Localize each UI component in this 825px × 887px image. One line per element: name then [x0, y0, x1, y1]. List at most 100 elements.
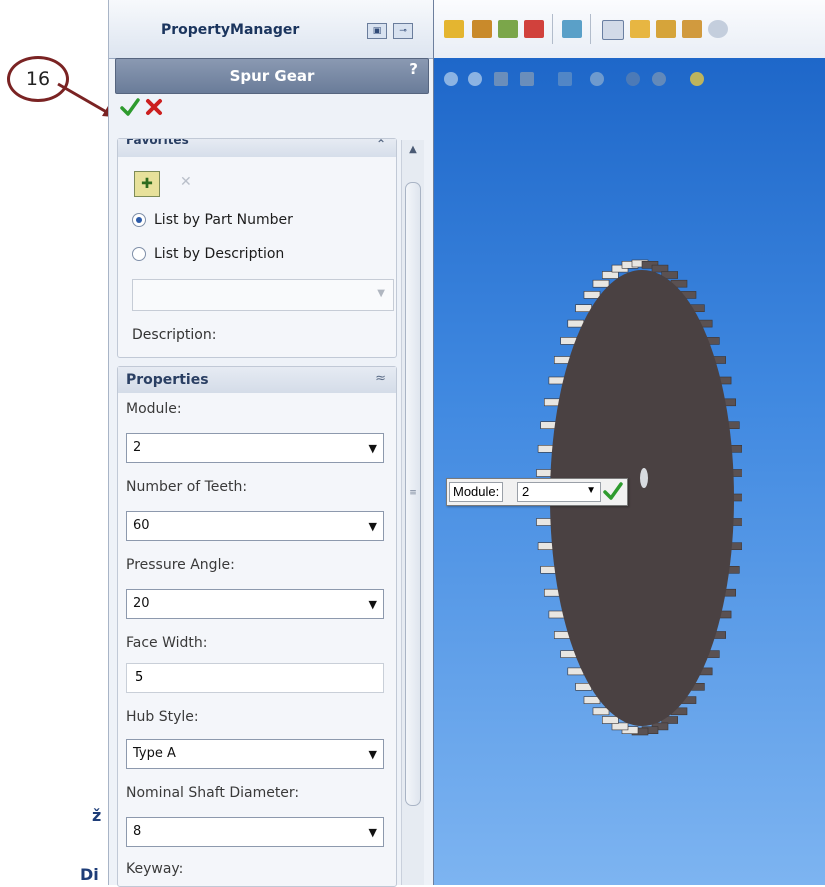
face-width-input[interactable]: 5 [126, 663, 384, 693]
keyway-label: Keyway: [126, 861, 184, 877]
module-callout-value[interactable]: 2 ▼ [517, 482, 601, 502]
smartmates-icon[interactable] [444, 20, 464, 38]
chevron-down-icon[interactable]: ▼ [369, 598, 377, 611]
move-component-icon[interactable] [472, 20, 492, 38]
heads-up-view-toolbar [440, 66, 820, 92]
gear-tooth [536, 469, 553, 477]
help-icon[interactable]: ? [409, 60, 418, 78]
chevron-down-icon[interactable]: ▼ [369, 748, 377, 761]
view-settings-icon[interactable] [690, 72, 704, 86]
hub-style-value: Type A [133, 746, 176, 761]
hub-style-dropdown[interactable]: Type A ▼ [126, 739, 384, 769]
chevron-down-icon[interactable]: ▼ [369, 826, 377, 839]
scroll-up-icon[interactable]: ▲ [402, 144, 424, 158]
toolbar-separator [590, 14, 591, 44]
pm-header-icons: ▣ ⊸ [367, 18, 419, 39]
list-by-description-option[interactable]: List by Description [132, 243, 284, 265]
pressure-angle-label: Pressure Angle: [126, 557, 235, 573]
zoom-to-fit-icon[interactable] [444, 72, 458, 86]
chevron-down-icon[interactable]: ▼ [369, 442, 377, 455]
chevron-down-icon[interactable]: ▼ [369, 520, 377, 533]
checkmark-icon[interactable] [603, 481, 623, 501]
hide-show-items-icon[interactable] [590, 72, 604, 86]
feature-tree-fragment: ž Di [78, 0, 108, 885]
scrollbar-thumb[interactable]: ≡ [405, 182, 421, 806]
shaft-diameter-value: 8 [133, 824, 142, 839]
apply-scene-icon[interactable] [652, 72, 666, 86]
gear-bore [640, 468, 648, 488]
gear-tooth [602, 271, 619, 279]
module-dropdown[interactable]: 2 ▼ [126, 433, 384, 463]
performance-icon[interactable] [708, 20, 728, 38]
add-favorite-icon[interactable]: ✚ [134, 171, 160, 197]
display-style-icon[interactable] [558, 72, 572, 86]
ok-button[interactable] [119, 96, 141, 118]
gear-tooth [567, 319, 585, 328]
tree-fragment-text: Di [80, 865, 99, 884]
module-value: 2 [133, 440, 142, 455]
pin-icon[interactable]: ⊸ [393, 23, 413, 39]
face-width-value: 5 [135, 670, 144, 685]
chevron-down-icon[interactable]: ▼ [377, 288, 385, 299]
module-dimension-callout[interactable]: Module: 2 ▼ [446, 478, 628, 506]
module-callout-value-text: 2 [522, 484, 530, 499]
property-manager-header: PropertyManager ▣ ⊸ [109, 0, 433, 59]
note-icon[interactable] [630, 20, 650, 38]
list-by-part-number-option[interactable]: List by Part Number [132, 209, 293, 231]
feature-title: Spur Gear [229, 67, 315, 85]
gear-tooth [543, 398, 561, 407]
module-label: Module: [126, 401, 182, 417]
chevron-down-icon[interactable]: ▼ [586, 485, 596, 496]
property-manager-tab-title[interactable]: PropertyManager [161, 22, 299, 38]
gear-tooth [583, 291, 601, 299]
favorites-header[interactable]: Favorites ⌃ [118, 139, 396, 157]
balloon-icon[interactable] [656, 20, 676, 38]
delete-favorite-icon: ✕ [180, 174, 192, 190]
gear-tooth [548, 376, 566, 385]
gear-tooth [651, 264, 669, 273]
gear-tooth [540, 421, 558, 429]
grip-icon: ≡ [409, 488, 417, 498]
zoom-to-area-icon[interactable] [468, 72, 482, 86]
tree-node-icon: ž [92, 806, 102, 825]
radio-button[interactable] [132, 247, 146, 261]
collapse-icon[interactable]: ≈ [375, 371, 386, 386]
property-manager-panel: PropertyManager ▣ ⊸ Spur Gear ? Favorites… [108, 0, 434, 887]
shaft-diameter-label: Nominal Shaft Diameter: [126, 785, 300, 801]
radio-button[interactable] [132, 213, 146, 227]
insert-component-icon[interactable] [498, 20, 518, 38]
sketch-icon[interactable] [562, 20, 582, 38]
gear-tooth [537, 445, 555, 453]
spellcheck-icon[interactable] [602, 20, 624, 40]
gear-tooth [560, 337, 578, 345]
properties-group: Properties ≈ Module: 2 ▼ Number of Teeth… [117, 366, 397, 887]
collapse-icon[interactable]: ⌃ [376, 139, 386, 151]
option-label: List by Description [154, 246, 285, 262]
option-label: List by Part Number [154, 212, 293, 228]
section-view-icon[interactable] [494, 72, 508, 86]
gear-tooth [575, 304, 592, 313]
gear-tooth [611, 722, 629, 731]
pressure-angle-dropdown[interactable]: 20 ▼ [126, 589, 384, 619]
view-orientation-icon[interactable] [520, 72, 534, 86]
cancel-button[interactable] [143, 96, 165, 118]
favorites-select[interactable]: ▼ [132, 279, 394, 311]
assembly-feature-icon[interactable] [524, 20, 544, 38]
gear-tooth [537, 542, 555, 551]
panel-scrollbar[interactable]: ▲ ≡ [401, 140, 424, 885]
shaft-diameter-dropdown[interactable]: 8 ▼ [126, 817, 384, 847]
gear-tooth [602, 716, 619, 724]
teeth-dropdown[interactable]: 60 ▼ [126, 511, 384, 541]
edit-appearance-icon[interactable] [626, 72, 640, 86]
hub-style-label: Hub Style: [126, 709, 199, 725]
expand-icon[interactable]: ▣ [367, 23, 387, 39]
properties-header[interactable]: Properties ≈ [118, 367, 396, 393]
properties-title: Properties [126, 372, 209, 388]
component-properties-icon[interactable] [682, 20, 702, 38]
pressure-angle-value: 20 [133, 596, 150, 611]
gear-tooth [553, 356, 571, 364]
feature-title-banner: Spur Gear ? [115, 58, 429, 94]
teeth-label: Number of Teeth: [126, 479, 248, 495]
module-callout-label: Module: [449, 482, 504, 502]
graphics-viewport[interactable]: Module: 2 ▼ [432, 58, 825, 885]
